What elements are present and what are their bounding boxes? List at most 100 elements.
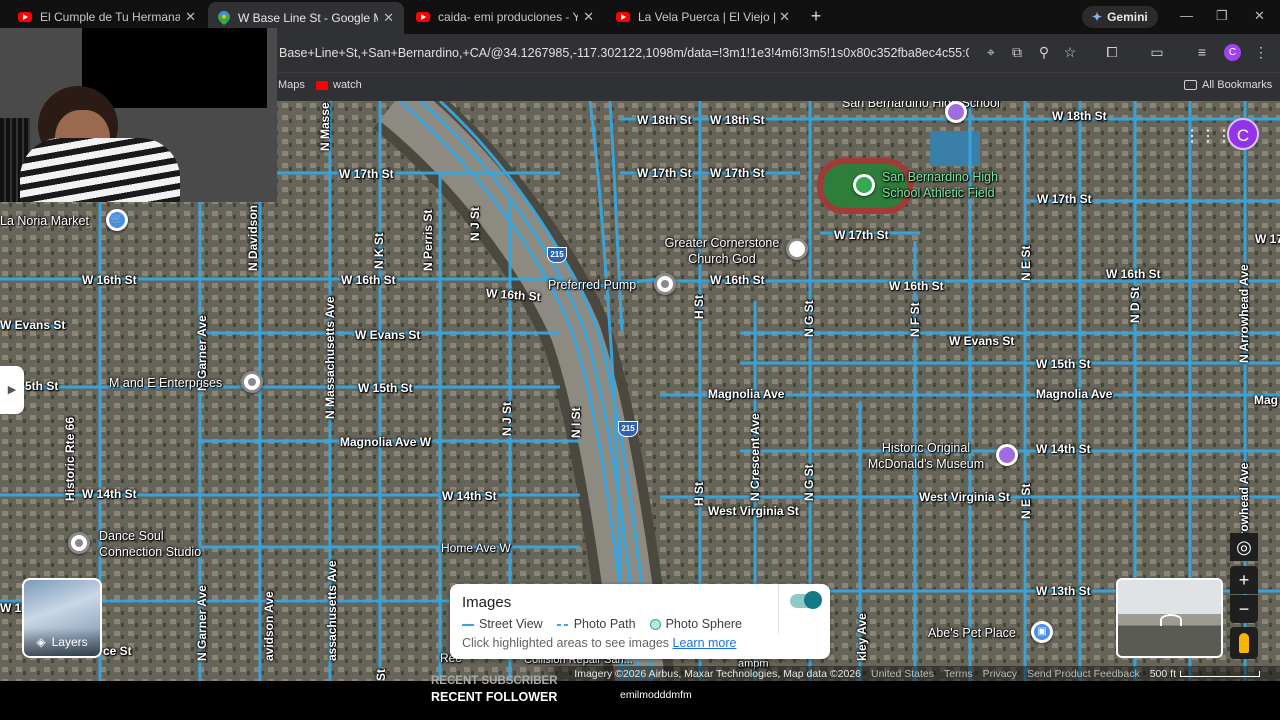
youtube-icon xyxy=(416,12,430,22)
place-label[interactable]: Abe's Pet Place xyxy=(928,625,1016,641)
street-label-vertical: N G St xyxy=(802,300,816,337)
street-label: West Virginia St xyxy=(708,504,799,518)
tab-title: La Vela Puerca | El Viejo | De Bi xyxy=(638,10,778,24)
gemini-sparkle-icon: ✦ xyxy=(1092,10,1103,24)
account-avatar[interactable]: C xyxy=(1227,118,1259,150)
street-label: W 16th St xyxy=(710,273,765,287)
street-label: Mag xyxy=(1254,393,1278,407)
zoom-in-button[interactable]: + xyxy=(1230,566,1258,594)
more-menu-icon[interactable]: ⋮ xyxy=(1252,44,1270,61)
street-view-line-icon xyxy=(462,623,474,626)
place-pin-icon[interactable] xyxy=(654,273,676,295)
street-label: W 17th St xyxy=(637,166,692,180)
profile-avatar[interactable]: C xyxy=(1224,44,1241,61)
follower-name: emilmodddmfm xyxy=(620,689,692,701)
extensions-icon[interactable]: ⧠ xyxy=(1103,44,1121,61)
close-tab-icon[interactable]: ✕ xyxy=(185,9,196,25)
feedback-link[interactable]: Send Product Feedback xyxy=(1027,668,1140,680)
tab-youtube-vela-puerca[interactable]: La Vela Puerca | El Viejo | De Bi ✕ xyxy=(606,4,800,30)
close-tab-icon[interactable]: ✕ xyxy=(583,9,594,25)
close-tab-icon[interactable]: ✕ xyxy=(779,9,790,25)
layers-button[interactable]: ◈ Layers xyxy=(22,578,102,658)
place-label[interactable]: Preferred Pump xyxy=(548,277,636,293)
all-bookmarks[interactable]: All Bookmarks xyxy=(1184,79,1272,91)
split-view-icon[interactable]: ▭ xyxy=(1148,44,1166,61)
webcam-black-area xyxy=(82,28,267,108)
gemini-label: Gemini xyxy=(1107,10,1148,24)
close-window-icon[interactable]: ✕ xyxy=(1254,8,1265,24)
church-icon[interactable] xyxy=(786,238,808,260)
street-label-vertical: N Masse xyxy=(318,102,332,151)
museum-icon[interactable] xyxy=(996,444,1018,466)
zoom-out-button[interactable]: − xyxy=(1230,595,1258,623)
close-tab-icon[interactable]: ✕ xyxy=(383,10,394,26)
place-label[interactable]: Historic Original McDonald's Museum xyxy=(856,440,996,472)
pegman-icon[interactable] xyxy=(1230,627,1258,659)
bookmark-star-icon[interactable]: ☆ xyxy=(1061,44,1079,61)
interstate-shield-icon: 215 xyxy=(618,421,638,437)
striped-shirt xyxy=(20,138,180,202)
layers-label: Layers xyxy=(51,635,88,649)
school-icon[interactable] xyxy=(945,101,967,123)
hint-text: Click highlighted areas to see images xyxy=(462,636,670,650)
bookmark-label: Maps xyxy=(278,79,305,91)
rotate-arrow-icon xyxy=(1160,614,1182,626)
scale-control[interactable]: 500 ft xyxy=(1150,668,1260,680)
place-label[interactable]: M and E Enterprises xyxy=(109,375,222,391)
legend-label: Photo Path xyxy=(573,617,636,631)
bookmark-maps[interactable]: Maps xyxy=(278,79,305,91)
my-location-icon[interactable]: ◎ xyxy=(1230,533,1258,561)
shopping-bag-icon[interactable]: ▣ xyxy=(1031,621,1053,643)
street-label: W 18th St xyxy=(710,113,765,127)
street-label: Magnolia Ave xyxy=(1036,387,1113,401)
street-view-preview[interactable] xyxy=(1116,578,1223,658)
google-apps-icon[interactable]: ⋮⋮⋮ xyxy=(1184,126,1232,146)
install-app-icon[interactable]: ⧉ xyxy=(1008,44,1026,61)
place-pin-icon[interactable] xyxy=(68,532,90,554)
gemini-button[interactable]: ✦ Gemini xyxy=(1082,6,1158,28)
map-attribution: Imagery ©2026 Airbus, Maxar Technologies… xyxy=(0,666,1280,681)
street-label-vertical: N E St xyxy=(1019,483,1033,519)
street-label-vertical: N K St xyxy=(372,233,386,269)
place-label[interactable]: La Noria Market xyxy=(0,213,89,229)
street-label-vertical: N Massachusetts Ave xyxy=(323,296,337,420)
street-label-vertical: N I St xyxy=(569,407,583,438)
images-toggle[interactable] xyxy=(790,591,822,609)
country-link[interactable]: United States xyxy=(871,668,934,680)
shopping-cart-icon[interactable]: 🛒 xyxy=(106,209,128,231)
legend-label: Street View xyxy=(479,617,543,631)
bookmark-watch[interactable]: watch xyxy=(316,79,362,91)
street-label: W 15th St xyxy=(358,381,413,395)
place-label[interactable]: Greater Cornerstone Church God xyxy=(652,235,792,267)
place-label[interactable]: Dance Soul Connection Studio xyxy=(99,528,219,560)
place-pin-icon[interactable] xyxy=(241,371,263,393)
stream-overlay-footer: RECENT SUBSCRIBER RECENT FOLLOWER emilmo… xyxy=(0,675,1280,720)
url-input[interactable]: Base+Line+St,+San+Bernardino,+CA/@34.126… xyxy=(279,46,969,60)
tab-youtube-cumple[interactable]: El Cumple de Tu Hermana - You ✕ xyxy=(8,4,206,30)
street-label: West Virginia St xyxy=(919,490,1010,504)
privacy-link[interactable]: Privacy xyxy=(983,668,1017,680)
street-label: W 16th St xyxy=(889,279,944,293)
legend-label: Photo Sphere xyxy=(665,617,743,631)
expand-panel-button[interactable]: ▶ xyxy=(0,366,24,414)
zoom-icon[interactable]: ⚲ xyxy=(1035,44,1053,61)
reading-list-icon[interactable]: ≡ xyxy=(1193,44,1211,60)
minimize-icon[interactable]: — xyxy=(1180,8,1193,23)
new-tab-button[interactable]: + xyxy=(806,6,826,27)
street-label-vertical: H St xyxy=(692,295,706,319)
learn-more-link[interactable]: Learn more xyxy=(673,636,737,650)
street-label-vertical: assachusetts Ave xyxy=(325,560,339,662)
park-pin-icon[interactable] xyxy=(853,174,875,196)
street-label-vertical: N J St xyxy=(500,401,514,436)
street-label: W 16th St xyxy=(1106,267,1161,281)
location-icon[interactable]: ⌖ xyxy=(982,44,1000,61)
street-label: W 16th St xyxy=(341,273,396,287)
tab-youtube-caida[interactable]: caida- emi produciones - YouTu ✕ xyxy=(406,4,604,30)
street-label: W 1 xyxy=(0,601,22,615)
terms-link[interactable]: Terms xyxy=(944,668,973,680)
place-label[interactable]: San Bernardino High School xyxy=(842,101,1000,111)
restore-icon[interactable]: ❐ xyxy=(1216,8,1228,24)
scale-bar xyxy=(1180,670,1260,677)
place-label[interactable]: San Bernardino High School Athletic Fiel… xyxy=(882,169,1022,201)
street-label-vertical: kley Ave xyxy=(855,613,869,661)
